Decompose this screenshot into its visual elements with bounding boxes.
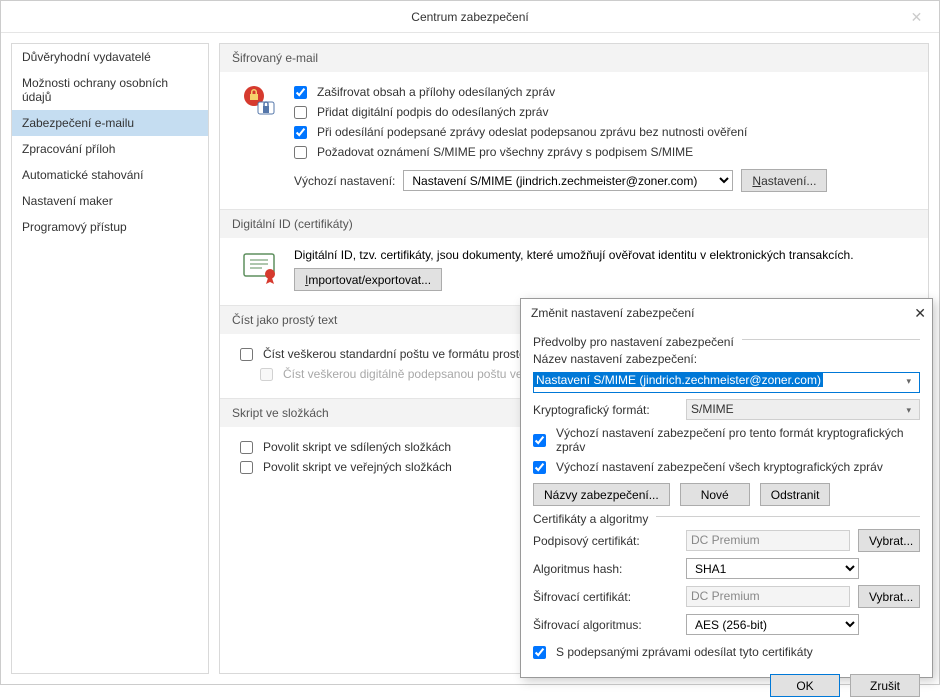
cb-default-for-format-label: Výchozí nastavení zabezpečení pro tento … xyxy=(556,426,920,454)
trust-center-window: Centrum zabezpečení ✕ Důvěryhodní vydava… xyxy=(0,0,940,685)
cb-read-plain[interactable] xyxy=(240,348,253,361)
crypto-format-select: S/MIME ▾ xyxy=(686,399,920,420)
chevron-down-icon: ▾ xyxy=(906,401,915,420)
security-name-label: Název nastavení zabezpečení: xyxy=(533,352,697,366)
cb-encrypt-content[interactable] xyxy=(294,86,307,99)
chevron-down-icon: ▾ xyxy=(906,376,915,387)
encryption-cert-label: Šifrovací certifikát: xyxy=(533,590,678,604)
popup-title-text: Změnit nastavení zabezpečení xyxy=(531,306,694,320)
cb-read-signed-plain xyxy=(260,368,273,381)
cb-default-all-label: Výchozí nastavení zabezpečení všech kryp… xyxy=(556,460,883,474)
signing-cert-label: Podpisový certifikát: xyxy=(533,534,678,548)
section-encrypted-email-header: Šifrovaný e-mail xyxy=(220,44,928,72)
cancel-button[interactable]: Zrušit xyxy=(850,674,920,697)
section-digital-id-header: Digitální ID (certifikáty) xyxy=(220,210,928,238)
cb-script-shared-label: Povolit skript ve sdílených složkách xyxy=(263,440,451,454)
settings-button[interactable]: Nastavení... xyxy=(741,169,827,192)
cb-send-certs[interactable] xyxy=(533,646,546,659)
ok-button[interactable]: OK xyxy=(770,674,840,697)
default-setting-label: Výchozí nastavení: xyxy=(294,174,395,188)
cb-script-shared[interactable] xyxy=(240,441,253,454)
hash-alg-select[interactable]: SHA1 xyxy=(686,558,859,579)
cb-request-smime-receipt[interactable] xyxy=(294,146,307,159)
sidebar: Důvěryhodní vydavatelé Možnosti ochrany … xyxy=(11,43,209,674)
encryption-cert-field: DC Premium xyxy=(686,586,850,607)
import-export-button[interactable]: Importovat/exportovat... xyxy=(294,268,442,291)
security-names-button[interactable]: Názvy zabezpečení... xyxy=(533,483,670,506)
cb-default-for-format[interactable] xyxy=(533,434,546,447)
hash-alg-label: Algoritmus hash: xyxy=(533,562,678,576)
cb-script-public[interactable] xyxy=(240,461,253,474)
sidebar-item-auto-download[interactable]: Automatické stahování xyxy=(12,162,208,188)
cb-default-all[interactable] xyxy=(533,461,546,474)
encryption-alg-label: Šifrovací algoritmus: xyxy=(533,618,678,632)
cb-add-signature[interactable] xyxy=(294,106,307,119)
group-certs-label: Certifikáty a algoritmy xyxy=(533,512,648,526)
cb-send-signed-clear[interactable] xyxy=(294,126,307,139)
new-button[interactable]: Nové xyxy=(680,483,750,506)
popup-titlebar: Změnit nastavení zabezpečení ✕ xyxy=(521,299,932,327)
popup-close-icon[interactable]: ✕ xyxy=(914,299,926,327)
security-name-combobox[interactable]: Nastavení S/MIME (jindrich.zechmeister@z… xyxy=(533,372,920,393)
cb-encrypt-content-label: Zašifrovat obsah a přílohy odesílaných z… xyxy=(317,85,555,99)
digital-id-text: Digitální ID, tzv. certifikáty, jsou dok… xyxy=(294,248,908,262)
certificate-icon xyxy=(240,248,280,288)
delete-button[interactable]: Odstranit xyxy=(760,483,830,506)
signing-cert-field: DC Premium xyxy=(686,530,850,551)
sidebar-item-attachments[interactable]: Zpracování příloh xyxy=(12,136,208,162)
sidebar-item-email-security[interactable]: Zabezpečení e-mailu xyxy=(12,110,208,136)
change-security-settings-dialog: Změnit nastavení zabezpečení ✕ Předvolby… xyxy=(520,298,933,678)
choose-encryption-cert-button[interactable]: Vybrat... xyxy=(858,585,920,608)
crypto-format-label: Kryptografický formát: xyxy=(533,403,678,417)
sidebar-item-program-access[interactable]: Programový přístup xyxy=(12,214,208,240)
envelope-lock-icon xyxy=(240,82,280,122)
choose-signing-cert-button[interactable]: Vybrat... xyxy=(858,529,920,552)
window-title: Centrum zabezpečení xyxy=(411,10,528,24)
sidebar-item-privacy[interactable]: Možnosti ochrany osobních údajů xyxy=(12,70,208,110)
default-setting-select[interactable]: Nastavení S/MIME (jindrich.zechmeister@z… xyxy=(403,170,733,191)
cb-script-public-label: Povolit skript ve veřejných složkách xyxy=(263,460,452,474)
sidebar-item-trusted-publishers[interactable]: Důvěryhodní vydavatelé xyxy=(12,44,208,70)
cb-send-signed-clear-label: Při odesílání podepsané zprávy odeslat p… xyxy=(317,125,747,139)
sidebar-item-macros[interactable]: Nastavení maker xyxy=(12,188,208,214)
cb-add-signature-label: Přidat digitální podpis do odesílaných z… xyxy=(317,105,548,119)
group-preferences-label: Předvolby pro nastavení zabezpečení xyxy=(533,335,734,349)
cb-request-smime-receipt-label: Požadovat oznámení S/MIME pro všechny zp… xyxy=(317,145,693,159)
titlebar: Centrum zabezpečení ✕ xyxy=(1,1,939,33)
close-icon[interactable]: ✕ xyxy=(894,1,939,33)
cb-send-certs-label: S podepsanými zprávami odesílat tyto cer… xyxy=(556,645,813,659)
encryption-alg-select[interactable]: AES (256-bit) xyxy=(686,614,859,635)
